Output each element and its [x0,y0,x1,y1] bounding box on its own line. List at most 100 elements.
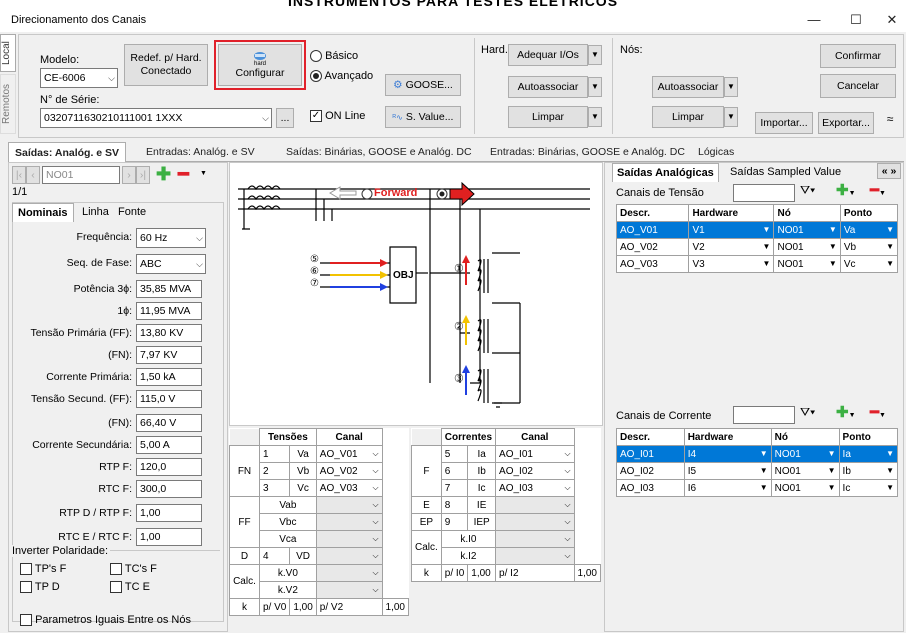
field-input[interactable]: 1,00 [136,528,202,546]
next-node-button[interactable]: › [122,166,136,184]
tc-e-checkbox[interactable]: TC E [110,581,150,594]
canal-select[interactable]: AO_V01 ⌵ [315,445,383,463]
side-tab-remotos[interactable]: Remotos [0,74,16,134]
tab-logicas[interactable]: Lógicas [692,142,740,162]
collapse-icon[interactable]: ≈ [882,112,898,132]
canal-select[interactable]: ⌵ [495,496,575,514]
canal-select[interactable]: AO_I03 ⌵ [495,479,575,497]
footer-cell[interactable]: 1,00 [573,564,602,582]
last-node-button[interactable]: ›| [136,166,150,184]
remove-dropdown-icon[interactable]: ▼ [200,170,207,177]
canal-select[interactable]: ⌵ [495,513,575,531]
limpar-hard-dropdown[interactable]: ▼ [588,107,602,127]
canal-select[interactable]: ⌵ [315,513,383,531]
field-select[interactable]: 60 Hz ⌵ [136,228,206,248]
canal-select[interactable]: AO_V03 ⌵ [315,479,383,497]
sv-button[interactable]: ᴿ∿ S. Value... [385,106,461,128]
field-input[interactable]: 7,97 KV [136,346,202,364]
hardware-select[interactable]: I4 ▼ [683,445,772,463]
field-input[interactable]: 115,0 V [136,390,202,408]
subtab-nominais[interactable]: Nominais [12,203,74,222]
channel-row[interactable]: AO_I01 I4 ▼ NO01 ▼ Ia ▼ [616,445,899,463]
hardware-select[interactable]: V3 ▼ [688,255,775,273]
online-checkbox[interactable]: ✓ ON Line [310,110,365,123]
hardware-select[interactable]: V2 ▼ [688,238,775,256]
autoassociar-nos-button[interactable]: Autoassociar [652,76,724,98]
goose-button[interactable]: ⚙ GOOSE... [385,74,461,96]
footer-cell[interactable]: 1,00 [381,598,410,616]
node-select[interactable]: NO01 ▼ [773,238,841,256]
add-node-icon[interactable]: ✚ [156,164,171,185]
nav-arrows[interactable]: « » [877,163,901,179]
channel-row[interactable]: AO_V03 V3 ▼ NO01 ▼ Vc ▼ [615,255,899,273]
exportar-button[interactable]: Exportar... [818,112,874,134]
serie-select[interactable]: 0320711630210111001 1XXX ⌵ [40,108,272,128]
point-select[interactable]: Ib ▼ [838,462,899,480]
maximize-button[interactable]: ☐ [838,8,874,32]
node-field[interactable]: NO01 [42,166,120,184]
filter-icon[interactable]: ⛛▾ [800,405,815,420]
importar-button[interactable]: Importar... [755,112,813,134]
field-input[interactable]: 1,00 [136,504,202,522]
autoassociar-hard-dropdown[interactable]: ▼ [588,77,602,97]
canal-select[interactable]: ⌵ [315,547,383,565]
point-select[interactable]: Ic ▼ [838,479,899,497]
tab-saidas-analog[interactable]: Saídas: Analóg. e SV [8,142,127,163]
limpar-hard-button[interactable]: Limpar [508,106,588,128]
canal-select[interactable]: ⌵ [315,581,383,599]
ellipsis-button[interactable]: ... [276,108,294,128]
basico-radio[interactable]: Básico [310,50,358,63]
field-input[interactable]: 11,95 MVA [136,302,202,320]
channel-row[interactable]: AO_I02 I5 ▼ NO01 ▼ Ib ▼ [616,462,899,480]
point-select[interactable]: Vb ▼ [839,238,899,256]
point-select[interactable]: Ia ▼ [838,445,899,463]
adequar-dropdown[interactable]: ▼ [588,45,602,65]
hardware-select[interactable]: I6 ▼ [683,479,772,497]
limpar-nos-dropdown[interactable]: ▼ [724,107,738,127]
minimize-button[interactable]: — [796,8,832,32]
channel-row[interactable]: AO_V01 V1 ▼ NO01 ▼ Va ▼ [615,221,899,239]
adequar-ios-button[interactable]: Adequar I/Os [508,44,588,66]
node-select[interactable]: NO01 ▼ [770,462,840,480]
canal-select[interactable]: AO_I01 ⌵ [495,445,575,463]
node-select[interactable]: NO01 ▼ [773,255,841,273]
add-icon[interactable]: ✚▼ [836,403,856,421]
channel-row[interactable]: AO_V02 V2 ▼ NO01 ▼ Vb ▼ [615,238,899,256]
field-input[interactable]: 300,0 [136,480,202,498]
field-input[interactable]: 66,40 V [136,414,202,432]
tp-f-checkbox[interactable]: TP's F [20,563,66,576]
corrente-filter-field[interactable] [733,406,795,424]
first-node-button[interactable]: |‹ [12,166,26,184]
autoassociar-nos-dropdown[interactable]: ▼ [724,77,738,97]
side-tab-local[interactable]: Local [0,34,16,72]
tp-d-checkbox[interactable]: TP D [20,581,60,594]
canal-select[interactable]: ⌵ [315,530,383,548]
prev-node-button[interactable]: ‹ [26,166,40,184]
field-input[interactable]: 120,0 [136,458,202,476]
tensao-filter-field[interactable] [733,184,795,202]
field-input[interactable]: 5,00 A [136,436,202,454]
tab-entradas-analog[interactable]: Entradas: Analóg. e SV [140,142,261,162]
node-select[interactable]: NO01 ▼ [773,221,841,239]
canal-select[interactable]: ⌵ [315,564,383,582]
field-input[interactable]: 1,50 kA [136,368,202,386]
hardware-select[interactable]: I5 ▼ [683,462,772,480]
point-select[interactable]: Va ▼ [839,221,899,239]
point-select[interactable]: Vc ▼ [839,255,899,273]
remove-icon[interactable]: ━▼ [870,181,886,199]
canal-select[interactable]: AO_V02 ⌵ [315,462,383,480]
tab-entradas-binarias[interactable]: Entradas: Binárias, GOOSE e Analóg. DC [484,142,691,162]
subtab-fonte[interactable]: Fonte [118,206,146,218]
footer-cell[interactable]: 1,00 [289,598,317,616]
channel-row[interactable]: AO_I03 I6 ▼ NO01 ▼ Ic ▼ [616,479,899,497]
avancado-radio[interactable]: Avançado [310,70,373,83]
node-select[interactable]: NO01 ▼ [770,445,840,463]
canal-select[interactable]: ⌵ [315,496,383,514]
canal-select[interactable]: AO_I02 ⌵ [495,462,575,480]
add-icon[interactable]: ✚▼ [836,181,856,199]
confirmar-button[interactable]: Confirmar [820,44,896,68]
field-input[interactable]: 35,85 MVA [136,280,202,298]
modelo-select[interactable]: CE-6006 ⌵ [40,68,118,88]
redef-hard-button[interactable]: Redef. p/ Hard. Conectado [124,44,208,86]
filter-icon[interactable]: ⛛▾ [800,183,815,198]
